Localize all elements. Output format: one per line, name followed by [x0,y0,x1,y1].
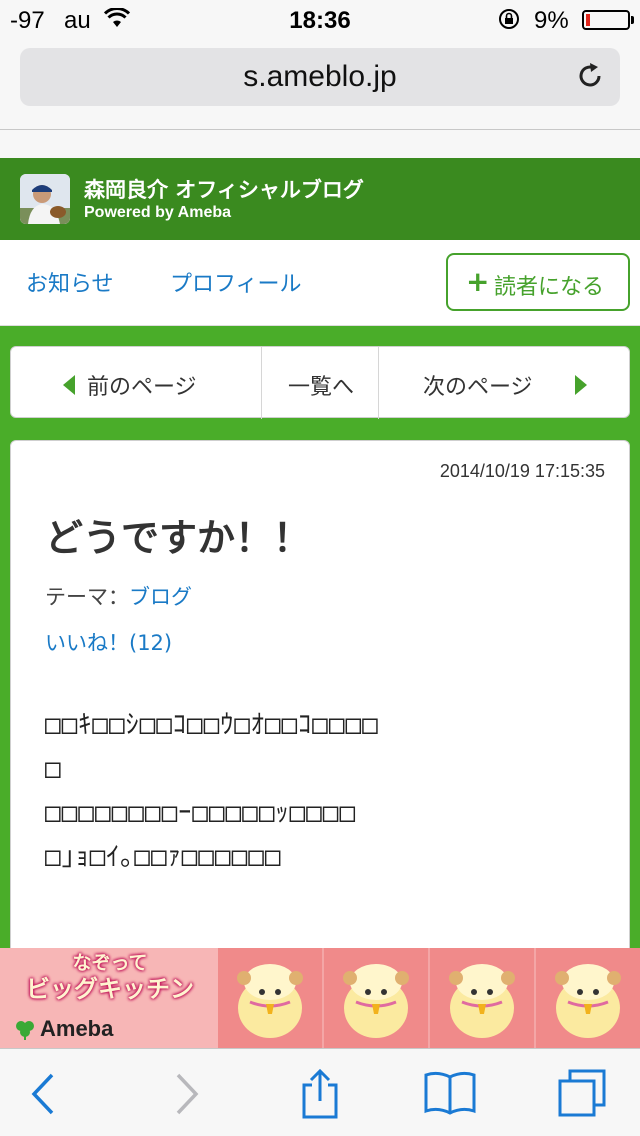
prev-page-label: 前のページ [87,375,197,400]
reload-icon[interactable] [574,60,606,92]
like-link[interactable]: いいね！(12) [45,627,172,657]
ad-banner[interactable]: なぞって ビッグキッチン Ameba [0,948,640,1048]
left-triangle-icon [63,375,75,395]
next-page-button[interactable]: 次のページ [379,347,631,419]
next-page-label: 次のページ [423,375,533,400]
post-body-line: □□□□□□□□ｰ□□□□□ｯ□□□□ [45,798,357,828]
blog-nav: お知らせ プロフィール + 読者になる [0,240,640,326]
pager: 前のページ 一覧へ 次のページ [10,346,631,419]
plus-icon: + [466,265,490,298]
ad-title: なぞって ビッグキッチン [10,950,210,1002]
prev-page-button[interactable]: 前のページ [11,347,261,419]
theme-link[interactable]: ブログ [129,585,192,609]
post-body: □□ｷ□□ｼ□□ｺ□□ｳ□ｵ□□ｺ□□□□ □ □□□□□□□□ｰ□□□□□ｯ□… [45,703,605,879]
sheep-character-icon [237,964,303,1038]
list-label: 一覧へ [287,375,354,400]
become-reader-button[interactable]: + 読者になる [446,253,630,311]
ameba-leaf-icon [16,1021,34,1040]
ad-logo: なぞって ビッグキッチン Ameba [0,948,218,1048]
post-body-line: □｣ｮ□ｲ｡□□ｧ□□□□□□ [45,842,282,872]
avatar [20,174,70,224]
bookmarks-icon[interactable] [424,1069,476,1119]
battery-fill [586,14,590,26]
ad-title-line: なぞって [72,952,148,974]
sheep-character-icon [555,964,621,1038]
blog-subtitle: Powered by Ameba [84,204,232,221]
battery-percent: 9% [534,7,569,34]
nav-profile-link[interactable]: プロフィール [170,266,302,298]
status-bar: -97 au 18:36 9% [0,0,640,40]
rotation-lock-icon [499,9,519,29]
sheep-character-icon [449,964,515,1038]
browser-address-area: s.ameblo.jp [0,40,640,130]
post-theme: テーマ：ブログ [45,581,192,611]
theme-label: テーマ： [45,585,129,609]
become-reader-label: 読者になる [494,275,605,300]
post-body-line: □□ｷ□□ｼ□□ｺ□□ｳ□ｵ□□ｺ□□□□ [45,710,379,740]
forward-icon[interactable] [160,1069,212,1119]
browser-toolbar [0,1048,640,1136]
ad-brand: Ameba [40,1016,114,1041]
back-icon[interactable] [20,1069,72,1119]
post-title: どうですか！！ [45,516,312,560]
blog-header[interactable]: 森岡良介 オフィシャルブログ Powered by Ameba [0,158,640,240]
address-bar[interactable]: s.ameblo.jp [20,48,620,106]
post-body-line: □ [45,754,62,784]
tabs-icon[interactable] [556,1069,608,1119]
battery-icon [582,10,634,30]
blog-title: 森岡良介 オフィシャルブログ [84,178,364,202]
sheep-character-icon [343,964,409,1038]
list-button[interactable]: 一覧へ [261,347,379,419]
article-card: 2014/10/19 17:15:35 どうですか！！ テーマ：ブログ いいね！… [10,440,630,960]
spacer [0,130,640,158]
ad-title-line: ビッグキッチン [26,975,194,1003]
post-date: 2014/10/19 17:15:35 [439,461,605,481]
url-text: s.ameblo.jp [243,60,397,93]
nav-info-link[interactable]: お知らせ [26,266,114,298]
right-triangle-icon [575,375,587,395]
share-icon[interactable] [294,1069,346,1119]
